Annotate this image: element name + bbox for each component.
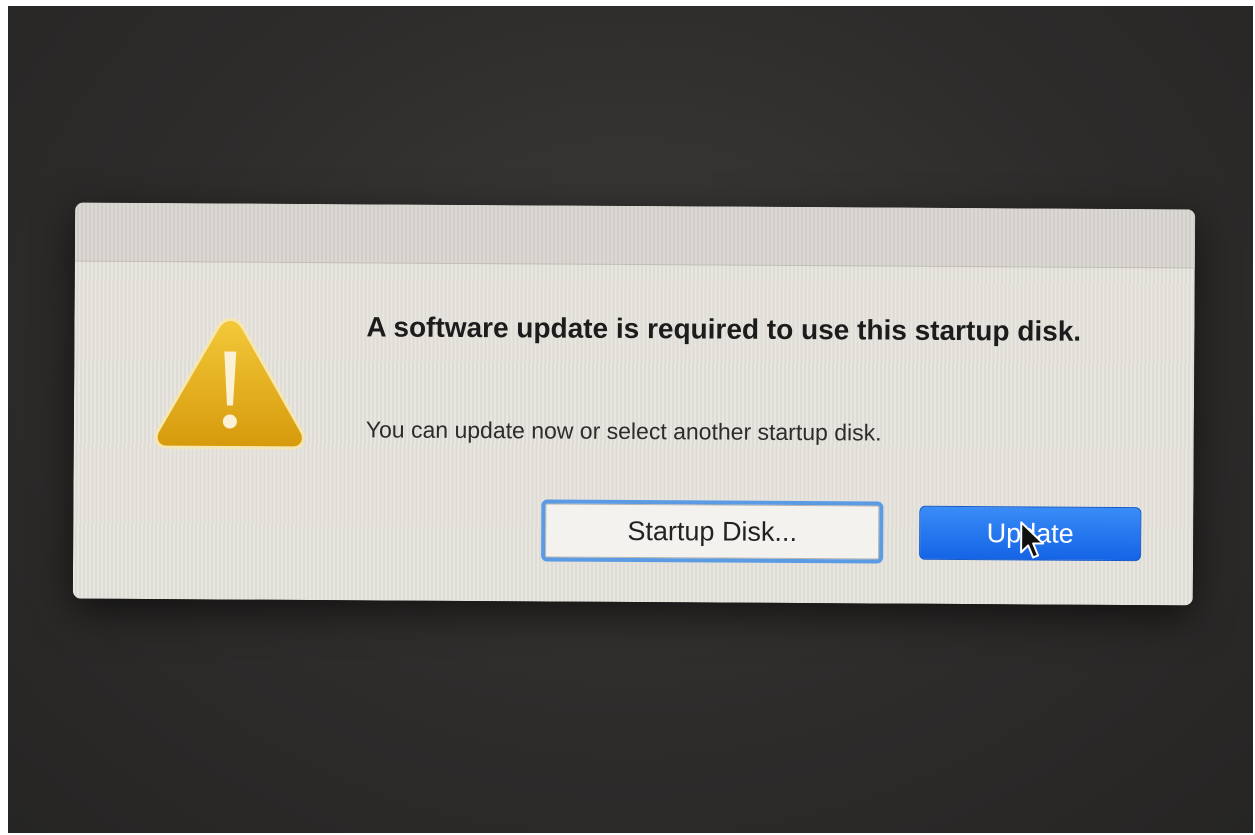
startup-disk-button[interactable]: Startup Disk... [541,499,884,564]
warning-icon [154,318,305,450]
dialog-title: A software update is required to use thi… [366,311,1082,347]
mouse-pointer-icon [1020,521,1045,559]
dialog-titlebar [74,202,1196,269]
desktop-background: A software update is required to use thi… [8,6,1253,833]
dialog-message: You can update now or select another sta… [365,416,882,446]
alert-dialog: A software update is required to use thi… [72,202,1196,606]
startup-disk-button-label: Startup Disk... [627,515,798,547]
